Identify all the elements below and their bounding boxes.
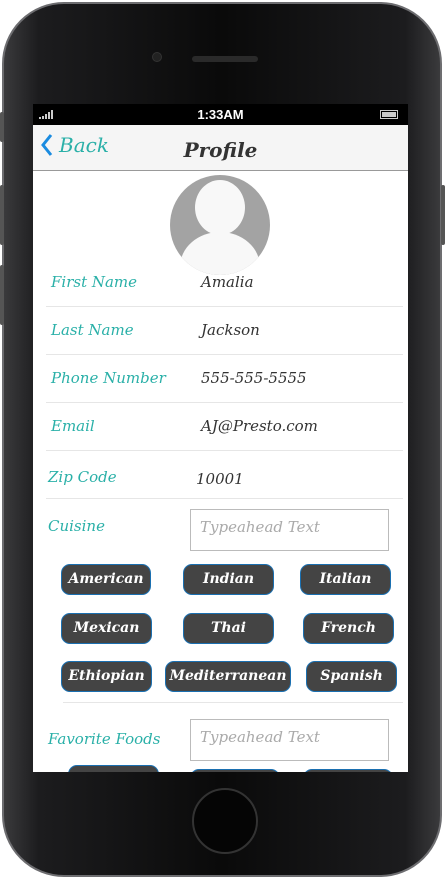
chip-partial[interactable] — [68, 765, 159, 772]
field-last-name: Last Name Jackson — [46, 307, 403, 355]
field-value[interactable]: Jackson — [201, 321, 260, 339]
mute-switch — [0, 112, 4, 142]
volume-down-button — [0, 265, 4, 325]
signal-icon — [39, 110, 53, 119]
chip-american[interactable]: American — [61, 564, 151, 595]
field-value[interactable]: 10001 — [196, 470, 244, 488]
chip-spanish[interactable]: Spanish — [306, 661, 397, 692]
field-first-name: First Name Amalia — [46, 259, 403, 307]
field-zip: Zip Code 10001 — [46, 451, 403, 499]
field-value[interactable]: Amalia — [201, 273, 254, 291]
camera — [152, 52, 162, 62]
field-label: First Name — [51, 273, 138, 291]
status-time: 1:33AM — [197, 107, 244, 122]
field-label: Last Name — [51, 321, 134, 339]
chip-thai[interactable]: Thai — [183, 613, 274, 644]
favorite-foods-label: Favorite Foods — [48, 730, 161, 748]
chip-partial[interactable] — [303, 769, 393, 772]
speaker — [192, 56, 258, 62]
field-label: Email — [51, 417, 95, 435]
chip-italian[interactable]: Italian — [300, 564, 391, 595]
chip-mediterranean[interactable]: Mediterranean — [165, 661, 291, 692]
field-phone: Phone Number 555-555-5555 — [46, 355, 403, 403]
field-value[interactable]: 555-555-5555 — [201, 369, 307, 387]
divider — [63, 702, 403, 703]
chip-partial[interactable] — [190, 769, 280, 772]
cuisine-label: Cuisine — [48, 517, 105, 535]
page-title: Profile — [183, 138, 258, 162]
chip-indian[interactable]: Indian — [183, 564, 274, 595]
favorite-foods-input[interactable]: Typeahead Text — [190, 719, 389, 761]
power-button — [441, 185, 445, 245]
chip-french[interactable]: French — [303, 613, 394, 644]
cuisine-input[interactable]: Typeahead Text — [190, 509, 389, 551]
field-value[interactable]: AJ@Presto.com — [201, 417, 318, 435]
field-label: Zip Code — [48, 468, 117, 486]
chip-mexican[interactable]: Mexican — [61, 613, 152, 644]
nav-bar: Back Profile — [33, 125, 408, 171]
home-button[interactable] — [192, 788, 258, 854]
status-bar: 1:33AM — [33, 104, 408, 125]
field-email: Email AJ@Presto.com — [46, 403, 403, 451]
screen: 1:33AM Back Profile First Name Amalia Las… — [33, 104, 408, 772]
volume-up-button — [0, 185, 4, 245]
battery-icon — [380, 110, 398, 119]
chip-ethiopian[interactable]: Ethiopian — [61, 661, 152, 692]
field-label: Phone Number — [51, 369, 166, 387]
